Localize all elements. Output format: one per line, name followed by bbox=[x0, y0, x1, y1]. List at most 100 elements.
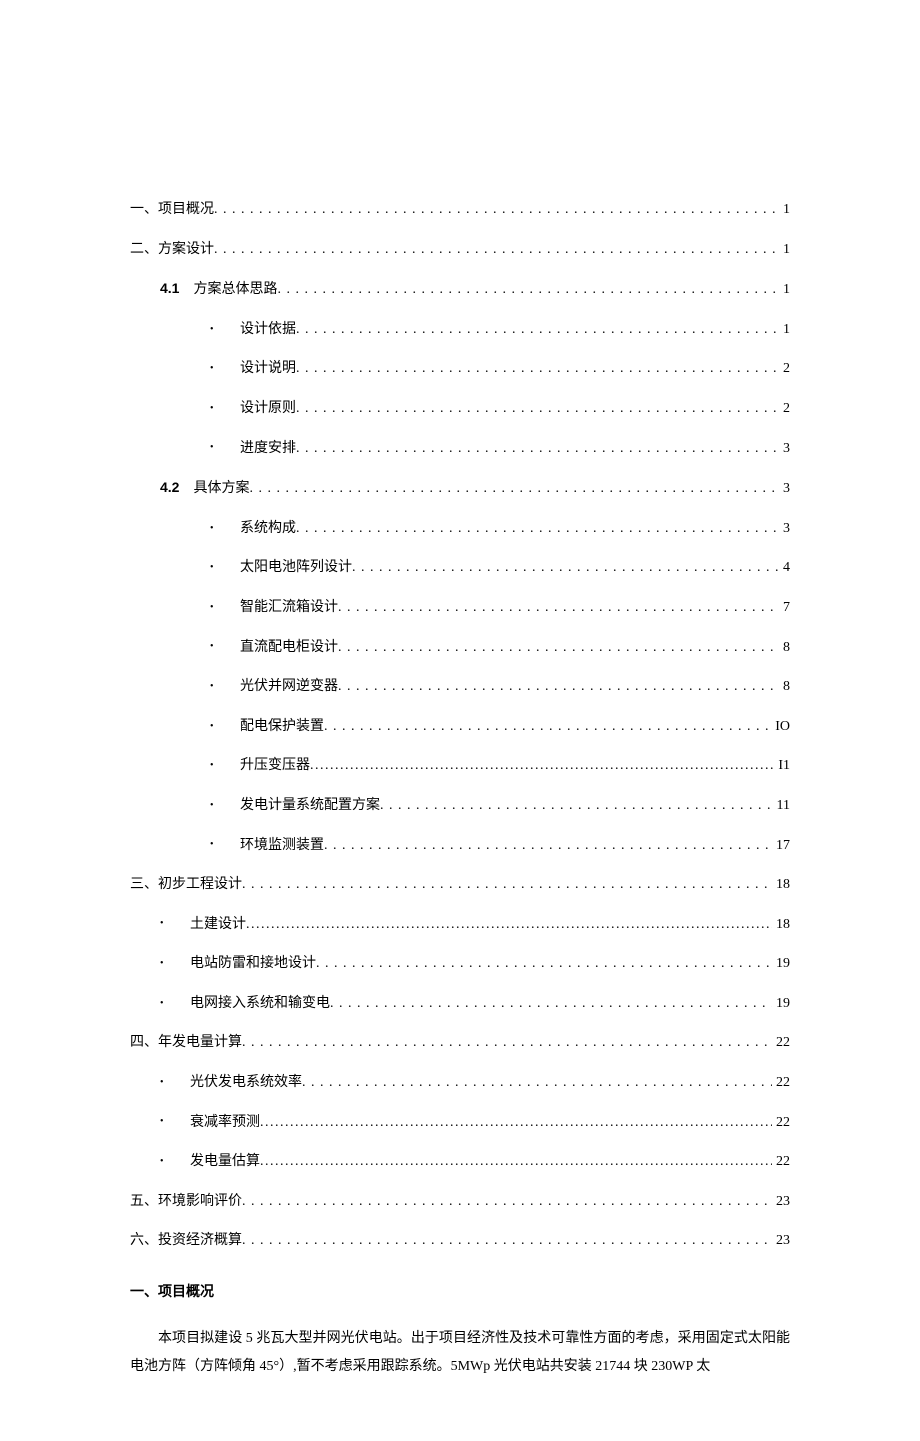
toc-leader bbox=[296, 320, 779, 340]
toc-label: •直流配电柜设计 bbox=[210, 638, 338, 658]
toc-entry: 四、年发电量计算 22 bbox=[130, 1033, 790, 1053]
toc-label: •发电量估算 bbox=[160, 1152, 260, 1172]
toc-label: •电站防雷和接地设计 bbox=[160, 954, 316, 974]
toc-page-number: 1 bbox=[779, 320, 790, 340]
table-of-contents: 一、项目概况1二、方案设计14.1方案总体思路1•设计依据1•设计说明2•设计原… bbox=[130, 200, 790, 1251]
toc-label: •进度安排 bbox=[210, 439, 296, 459]
toc-leader bbox=[338, 677, 779, 697]
bullet-icon: • bbox=[160, 1076, 190, 1090]
toc-page-number: 1 bbox=[779, 280, 790, 300]
section-heading: 一、项目概况 bbox=[130, 1281, 790, 1301]
toc-label: •土建设计 bbox=[160, 915, 246, 935]
toc-entry: •升压变压器I1 bbox=[130, 756, 790, 776]
toc-entry: 六、投资经济概算 23 bbox=[130, 1231, 790, 1251]
bullet-icon: • bbox=[160, 1155, 190, 1169]
toc-entry: •设计说明2 bbox=[130, 359, 790, 379]
toc-entry: •电站防雷和接地设计 19 bbox=[130, 954, 790, 974]
toc-page-number: 19 bbox=[772, 954, 790, 974]
toc-leader bbox=[242, 1192, 772, 1212]
toc-label: 三、初步工程设计 bbox=[130, 875, 242, 895]
toc-entry: •土建设计 18 bbox=[130, 915, 790, 935]
toc-entry: 一、项目概况 1 bbox=[130, 200, 790, 220]
body-paragraph: 本项目拟建设 5 兆瓦大型并网光伏电站。出于项目经济性及技术可靠性方面的考虑，采… bbox=[130, 1325, 790, 1381]
toc-leader bbox=[242, 1231, 772, 1251]
toc-leader bbox=[277, 280, 779, 300]
bullet-icon: • bbox=[210, 680, 240, 694]
toc-page-number: 3 bbox=[779, 479, 790, 499]
toc-leader bbox=[260, 1113, 772, 1133]
toc-leader bbox=[214, 240, 779, 260]
toc-number: 4.2 bbox=[160, 479, 179, 495]
toc-leader bbox=[338, 638, 779, 658]
toc-leader bbox=[242, 875, 772, 895]
toc-label: 六、投资经济概算 bbox=[130, 1231, 242, 1251]
bullet-icon: • bbox=[160, 917, 190, 931]
toc-page-number: 23 bbox=[772, 1192, 790, 1212]
toc-number: 4.1 bbox=[160, 280, 179, 296]
toc-leader bbox=[352, 558, 779, 578]
toc-leader bbox=[249, 479, 779, 499]
toc-label: •电网接入系统和输变电 bbox=[160, 994, 330, 1014]
toc-label: •设计依据 bbox=[210, 320, 296, 340]
toc-entry: •进度安排 3 bbox=[130, 439, 790, 459]
toc-entry: •电网接入系统和输变电19 bbox=[130, 994, 790, 1014]
toc-page-number: 3 bbox=[779, 439, 790, 459]
toc-entry: •直流配电柜设计 8 bbox=[130, 638, 790, 658]
toc-page-number: 22 bbox=[772, 1152, 790, 1172]
toc-page-number: 17 bbox=[772, 836, 790, 856]
bullet-icon: • bbox=[160, 1115, 190, 1129]
toc-label: •环境监测装置 bbox=[210, 836, 324, 856]
toc-entry: •环境监测装置 17 bbox=[130, 836, 790, 856]
toc-page-number: 11 bbox=[773, 796, 790, 816]
bullet-icon: • bbox=[210, 601, 240, 615]
toc-leader bbox=[242, 1033, 772, 1053]
toc-page-number: 2 bbox=[779, 399, 790, 419]
toc-label: •配电保护装置 bbox=[210, 717, 324, 737]
bullet-icon: • bbox=[210, 441, 240, 455]
toc-entry: 4.2具体方案 3 bbox=[130, 478, 790, 499]
toc-label: •光伏并网逆变器 bbox=[210, 677, 338, 697]
toc-entry: 二、方案设计 1 bbox=[130, 240, 790, 260]
toc-page-number: 23 bbox=[772, 1231, 790, 1251]
toc-leader bbox=[338, 598, 779, 618]
bullet-icon: • bbox=[160, 957, 190, 971]
toc-page-number: 22 bbox=[772, 1113, 790, 1133]
toc-page-number: 22 bbox=[772, 1033, 790, 1053]
toc-entry: 三、初步工程设计18 bbox=[130, 875, 790, 895]
toc-leader bbox=[302, 1073, 772, 1093]
toc-page-number: IO bbox=[771, 717, 790, 737]
toc-leader bbox=[330, 994, 772, 1014]
toc-label: •发电计量系统配置方案 bbox=[210, 796, 380, 816]
toc-label: 4.1方案总体思路 bbox=[160, 279, 277, 300]
toc-page-number: 1 bbox=[779, 200, 790, 220]
toc-entry: •太阳电池阵列设计4 bbox=[130, 558, 790, 578]
toc-entry: •光伏发电系统效率22 bbox=[130, 1073, 790, 1093]
document-page: 一、项目概况1二、方案设计14.1方案总体思路1•设计依据1•设计说明2•设计原… bbox=[0, 0, 920, 1441]
toc-label: 二、方案设计 bbox=[130, 240, 214, 260]
toc-label: 一、项目概况 bbox=[130, 200, 214, 220]
toc-label: 4.2具体方案 bbox=[160, 478, 249, 499]
toc-leader bbox=[296, 359, 779, 379]
toc-leader bbox=[260, 1152, 772, 1172]
bullet-icon: • bbox=[210, 402, 240, 416]
toc-entry: 五、环境影响评价 23 bbox=[130, 1192, 790, 1212]
bullet-icon: • bbox=[210, 323, 240, 337]
bullet-icon: • bbox=[210, 759, 240, 773]
toc-label: 五、环境影响评价 bbox=[130, 1192, 242, 1212]
toc-page-number: 8 bbox=[779, 638, 790, 658]
toc-entry: •配电保护装置 IO bbox=[130, 717, 790, 737]
toc-entry: •智能汇流箱设计7 bbox=[130, 598, 790, 618]
toc-entry: •系统构成3 bbox=[130, 519, 790, 539]
toc-leader bbox=[296, 399, 779, 419]
toc-label: •升压变压器 bbox=[210, 756, 310, 776]
toc-leader bbox=[316, 954, 772, 974]
toc-leader bbox=[324, 836, 772, 856]
toc-page-number: 1 bbox=[779, 240, 790, 260]
toc-entry: •发电量估算 22 bbox=[130, 1152, 790, 1172]
toc-page-number: 18 bbox=[772, 915, 790, 935]
toc-label: 四、年发电量计算 bbox=[130, 1033, 242, 1053]
bullet-icon: • bbox=[210, 362, 240, 376]
toc-leader bbox=[246, 915, 772, 935]
toc-entry: 4.1方案总体思路 1 bbox=[130, 279, 790, 300]
toc-leader bbox=[380, 796, 773, 816]
